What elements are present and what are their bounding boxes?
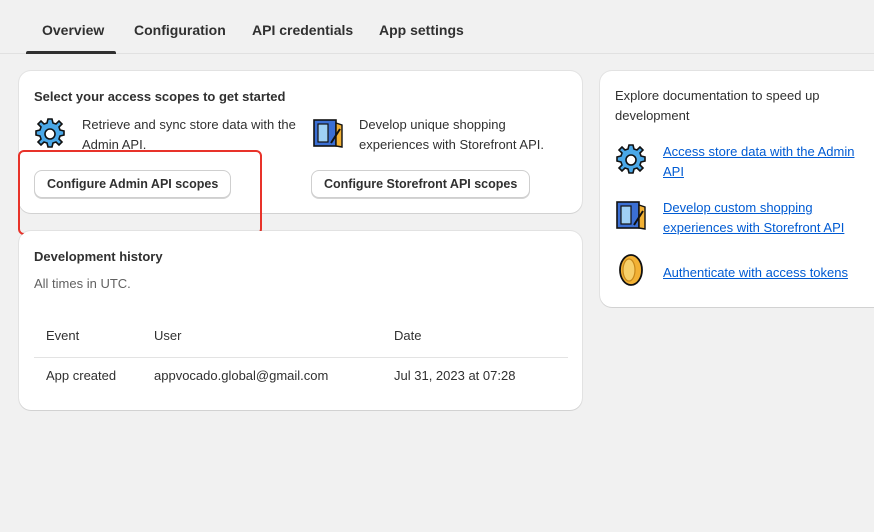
tab-api-credentials[interactable]: API credentials — [252, 0, 353, 54]
tab-app-settings[interactable]: App settings — [379, 0, 464, 54]
access-scopes-title: Select your access scopes to get started — [34, 89, 286, 104]
documentation-intro: Explore documentation to speed up develo… — [615, 88, 820, 123]
tab-overview[interactable]: Overview — [25, 0, 117, 54]
row-event: App created — [46, 368, 117, 383]
row-user: appvocado.global@gmail.com — [154, 368, 329, 383]
doc-link-admin-api[interactable]: Access store data with the Admin API — [663, 142, 863, 182]
gear-icon — [35, 118, 65, 148]
configure-storefront-api-scopes-button[interactable]: Configure Storefront API scopes — [311, 170, 531, 198]
storefront-api-description: Develop unique shopping experiences with… — [359, 117, 544, 152]
table-row: App created appvocado.global@gmail.com J… — [34, 362, 568, 394]
doc-link-access-tokens[interactable]: Authenticate with access tokens — [663, 263, 848, 283]
tab-configuration[interactable]: Configuration — [134, 0, 226, 54]
storefront-icon — [616, 201, 646, 230]
tab-bar: Overview Configuration API credentials A… — [0, 0, 874, 54]
row-date: Jul 31, 2023 at 07:28 — [394, 368, 516, 383]
column-event: Event — [46, 328, 80, 343]
configure-admin-api-scopes-button[interactable]: Configure Admin API scopes — [34, 170, 232, 198]
doc-link-storefront-api[interactable]: Develop custom shopping experiences with… — [663, 198, 868, 238]
column-user: User — [154, 328, 182, 343]
development-history-title: Development history — [34, 249, 163, 264]
timezone-note: All times in UTC. — [34, 276, 131, 291]
column-date: Date — [394, 328, 422, 343]
token-coin-icon — [619, 254, 643, 286]
history-table-header: Event User Date — [34, 322, 568, 358]
admin-api-description: Retrieve and sync store data with the Ad… — [82, 117, 296, 152]
gear-icon — [616, 144, 646, 174]
storefront-icon — [313, 119, 343, 148]
